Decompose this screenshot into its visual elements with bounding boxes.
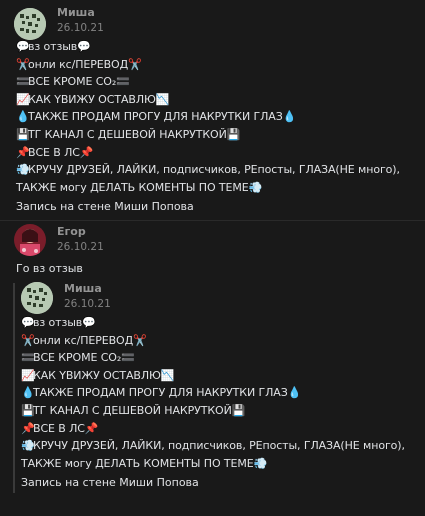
- post-date[interactable]: 26.10.21: [57, 241, 104, 253]
- text-line: 💧ТАКЖЕ ПРОДАМ ПРОГУ ДЛЯ НАКРУТКИ ГЛАЗ💧: [21, 386, 302, 400]
- text-line: 📈КАК YВИЖУ ОСТАВЛЮ📉: [16, 92, 170, 106]
- text-line: 💾ТГ КАНАЛ С ДЕШЕВОЙ НАКРУТКОЙ💾: [21, 403, 246, 417]
- text-line: 🟰ВСЕ КРОМЕ CO₂🟰: [21, 351, 135, 365]
- avatar-egor[interactable]: [14, 224, 46, 256]
- text-line: 💨КРУЧУ ДРУЗЕЙ, ЛАЙКИ, подписчиков, РЕпос…: [21, 439, 405, 470]
- repost-text: 💬вз отзыв💬 ✂️онли кс/ПЕРЕВОД✂️ 🟰ВСЕ КРОМ…: [21, 314, 419, 472]
- text-line: ✂️онли кс/ПЕРЕВОД✂️: [16, 57, 142, 71]
- repost-bar: [13, 283, 15, 493]
- post-text: 💬вз отзыв💬 ✂️онли кс/ПЕРЕВОД✂️ 🟰ВСЕ КРОМ…: [16, 38, 416, 196]
- wall-link[interactable]: Запись на стене Миши Попова: [16, 200, 194, 213]
- text-line: ✂️онли кс/ПЕРЕВОД✂️: [21, 333, 147, 347]
- post-text: Го вз отзыв: [16, 262, 83, 275]
- text-line: 💬вз отзыв💬: [21, 316, 96, 329]
- text-line: 💨КРУЧУ ДРУЗЕЙ, ЛАЙКИ, подписчиков, РЕпос…: [16, 163, 400, 194]
- text-line: 🟰ВСЕ КРОМЕ CO₂🟰: [16, 75, 130, 89]
- text-line: 💧ТАКЖЕ ПРОДАМ ПРОГУ ДЛЯ НАКРУТКИ ГЛАЗ💧: [16, 110, 297, 124]
- text-line: 💾ТГ КАНАЛ С ДЕШЕВОЙ НАКРУТКОЙ💾: [16, 127, 241, 141]
- post-date[interactable]: 26.10.21: [57, 22, 104, 34]
- text-line: 💬вз отзыв💬: [16, 40, 91, 53]
- divider: [0, 220, 425, 221]
- avatar-misha[interactable]: [14, 8, 46, 40]
- text-line: 📈КАК YВИЖУ ОСТАВЛЮ📉: [21, 368, 175, 382]
- text-line: 📌ВСЕ В ЛС📌: [21, 421, 99, 435]
- repost-date[interactable]: 26.10.21: [64, 298, 111, 310]
- author-name[interactable]: Миша: [57, 6, 95, 19]
- author-name[interactable]: Егор: [57, 225, 86, 238]
- repost-avatar[interactable]: [21, 282, 53, 314]
- text-line: 📌ВСЕ В ЛС📌: [16, 145, 94, 159]
- repost-author[interactable]: Миша: [64, 282, 102, 295]
- repost-wall-link[interactable]: Запись на стене Миши Попова: [21, 476, 199, 489]
